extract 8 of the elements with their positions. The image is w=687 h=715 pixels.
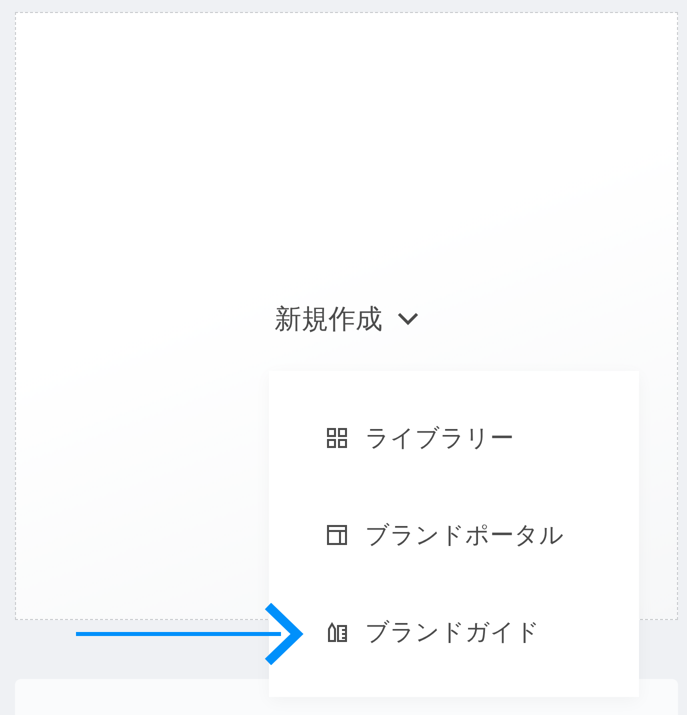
menu-item[interactable]: ブランドガイド	[269, 583, 639, 680]
grid-icon	[326, 426, 348, 448]
menu-item[interactable]: ブランドポータル	[269, 486, 639, 583]
menu-item[interactable]: ライブラリー	[269, 389, 639, 486]
chevron-down-icon	[396, 312, 418, 326]
pencil-ruler-icon	[326, 620, 348, 642]
layout-icon	[326, 524, 348, 546]
new-create-button[interactable]: 新規作成	[270, 301, 422, 337]
